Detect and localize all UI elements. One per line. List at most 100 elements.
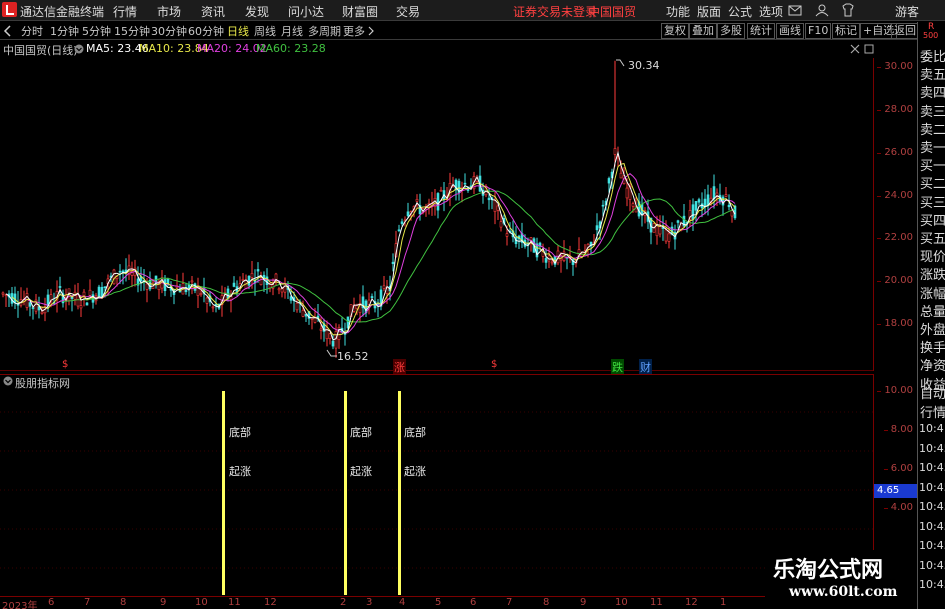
menu-options[interactable]: 选项 <box>759 3 783 20</box>
app-logo-icon <box>2 2 17 17</box>
tf-monthly[interactable]: 月线 <box>281 23 303 39</box>
candle-body <box>619 172 623 179</box>
user-icon[interactable] <box>815 3 829 17</box>
tf-more[interactable]: 更多 <box>343 23 365 39</box>
chevron-right-icon[interactable] <box>367 26 375 36</box>
message-icon[interactable] <box>788 3 802 17</box>
side-panel-item[interactable]: 现价 <box>920 246 945 265</box>
side-panel-item[interactable]: 自动 <box>920 383 945 402</box>
signal-label-rise: 起涨 <box>404 465 426 478</box>
side-panel-item[interactable]: 卖二 <box>920 119 945 138</box>
tf-intraday[interactable]: 分时 <box>21 23 43 39</box>
login-status[interactable]: 证券交易未登录 <box>513 3 597 20</box>
date-tick: 1 <box>720 597 727 608</box>
ma-info-line: 中国国贸(日线) MA5: 23.46 MA10: 23.84 MA20: 24… <box>0 41 880 57</box>
low-price-label: 16.52 <box>337 350 369 363</box>
candle-body <box>613 148 617 155</box>
tf-1min[interactable]: 1分钟 <box>50 23 79 39</box>
side-panel-item[interactable]: 行情 <box>920 402 945 421</box>
candle-body <box>400 221 404 224</box>
draw-line-button[interactable]: 画线 <box>776 23 804 39</box>
watermark-url: www.60lt.com <box>789 584 898 600</box>
event-marker-fall[interactable]: 跌 <box>611 359 624 375</box>
candle-body <box>631 203 635 207</box>
overlay-button[interactable]: 叠加 <box>689 23 717 39</box>
menu-news[interactable]: 资讯 <box>201 3 225 20</box>
menu-function[interactable]: 功能 <box>666 3 690 20</box>
indicator-chart-area[interactable] <box>0 374 873 595</box>
restore-rights-button[interactable]: 复权 <box>661 23 689 39</box>
menu-discover[interactable]: 发现 <box>245 3 269 20</box>
kline-chart-area[interactable] <box>0 58 873 371</box>
menu-ask[interactable]: 问小达 <box>288 3 324 20</box>
date-tick: 7 <box>506 597 513 608</box>
candle-body <box>103 286 107 288</box>
event-marker[interactable]: $ <box>62 359 68 370</box>
tf-weekly[interactable]: 周线 <box>254 23 276 39</box>
side-panel-item[interactable]: 净资 <box>920 355 945 374</box>
candle-body <box>211 306 215 309</box>
side-panel-item[interactable]: 卖四 <box>920 82 945 101</box>
event-marker-rise[interactable]: 涨 <box>393 359 406 375</box>
menu-formula[interactable]: 公式 <box>728 3 752 20</box>
mark-button[interactable]: 标记 <box>832 23 860 39</box>
side-panel-item[interactable]: 卖五 <box>920 64 945 83</box>
date-tick: 10 <box>615 597 628 608</box>
candle-body <box>391 261 395 264</box>
collapse-left-icon[interactable] <box>3 25 13 37</box>
high-price-label: 30.34 <box>628 59 660 72</box>
date-tick: 8 <box>543 597 550 608</box>
window-chart-icon[interactable] <box>864 44 874 54</box>
skin-icon[interactable] <box>841 3 855 17</box>
tf-15min[interactable]: 15分钟 <box>114 23 150 39</box>
statistics-button[interactable]: 统计 <box>747 23 775 39</box>
side-panel-item[interactable]: 总量 <box>920 301 945 320</box>
side-panel-item[interactable]: 买一 <box>920 155 945 174</box>
tf-multi[interactable]: 多周期 <box>308 23 341 39</box>
tf-60min[interactable]: 60分钟 <box>188 23 224 39</box>
menu-quotes[interactable]: 行情 <box>113 3 137 20</box>
tick-time: 10:45 <box>919 539 945 552</box>
side-panel-item[interactable]: 换手 <box>920 337 945 356</box>
menu-trade[interactable]: 交易 <box>396 3 420 20</box>
side-panel-item[interactable]: 买四 <box>920 210 945 229</box>
tick-time: 10:45 <box>919 519 945 533</box>
kline-canvas[interactable] <box>0 58 873 371</box>
candle-body <box>727 204 731 208</box>
candle-body <box>79 305 83 309</box>
close-chart-icon[interactable] <box>850 44 860 54</box>
event-marker[interactable]: $ <box>491 359 497 370</box>
tf-30min[interactable]: 30分钟 <box>151 23 187 39</box>
tf-5min[interactable]: 5分钟 <box>82 23 111 39</box>
f10-button[interactable]: F10 <box>805 23 832 39</box>
candle-body <box>370 296 374 299</box>
multi-stock-button[interactable]: 多股 <box>717 23 745 39</box>
date-tick: 2023年 <box>2 601 38 609</box>
candle-body <box>40 311 44 314</box>
side-panel-item[interactable]: 委比 <box>920 46 945 65</box>
side-panel-item[interactable]: 涨幅 <box>920 283 945 302</box>
side-panel-item[interactable]: 卖三 <box>920 101 945 120</box>
signal-label-rise: 起涨 <box>350 465 372 478</box>
side-panel-item[interactable]: 买五 <box>920 228 945 247</box>
tf-daily[interactable]: 日线 <box>227 23 249 39</box>
candle-body <box>664 229 668 242</box>
event-marker-finance[interactable]: 财 <box>639 359 652 375</box>
side-panel-item[interactable]: 卖一 <box>920 137 945 156</box>
side-panel-item[interactable]: 涨跌 <box>920 264 945 283</box>
menu-layout[interactable]: 版面 <box>697 3 721 20</box>
menu-wealth[interactable]: 财富圈 <box>342 3 378 20</box>
settings-dropdown-icon[interactable] <box>74 44 84 54</box>
side-panel-item[interactable]: 买二 <box>920 173 945 192</box>
side-panel-item[interactable]: 外盘 <box>920 319 945 338</box>
date-tick: 5 <box>435 597 442 608</box>
back-button[interactable]: 返回 <box>891 23 919 39</box>
menu-market[interactable]: 市场 <box>157 3 181 20</box>
candle-body <box>28 302 32 307</box>
indicator-tick: 10.00 <box>877 385 913 396</box>
side-panel-item[interactable]: 买三 <box>920 192 945 211</box>
guest-label[interactable]: 游客 <box>895 3 919 20</box>
indicator-canvas[interactable] <box>0 375 873 595</box>
indicator-dropdown-icon[interactable] <box>3 376 13 386</box>
date-tick: 6 <box>48 597 55 608</box>
